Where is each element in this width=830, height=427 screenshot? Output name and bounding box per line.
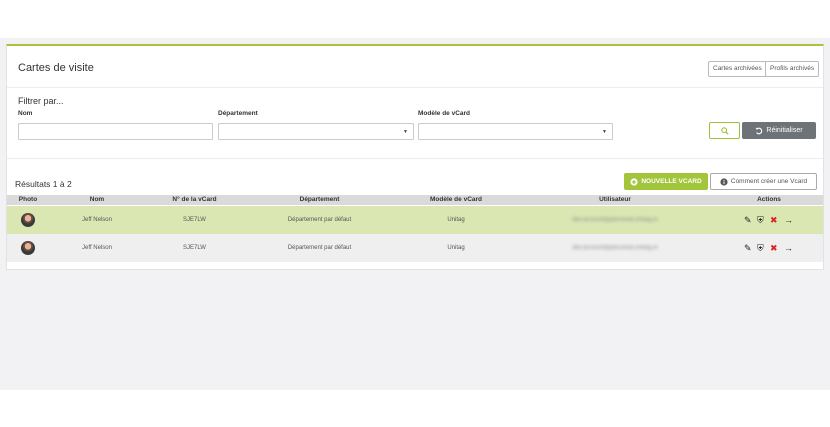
avatar [21,241,35,255]
table-row[interactable]: Jeff Nelson SJE7LW Département par défau… [7,234,823,262]
plus-circle-icon [630,177,638,186]
help-label: Comment créer une Vcard [730,178,808,185]
undo-icon [755,127,763,134]
col-actions: Actions [757,196,781,203]
cell-nom: Jeff Nelson [82,245,112,251]
vcards-panel: Cartes de visite Cartes archivées Profil… [6,44,824,270]
cell-numero: SJE7LW [183,217,206,223]
arrow-right-icon[interactable]: → [784,215,793,225]
search-button[interactable] [709,122,740,139]
edit-icon[interactable]: ✎ [744,243,752,253]
cell-modele: Unitag [447,217,465,223]
divider [7,158,823,159]
table-header: Photo Nom N° de la vCard Département Mod… [7,195,823,205]
user-remove-icon[interactable]: ✖ [770,243,778,253]
filter-title: Filtrer par... [18,96,64,106]
search-icon [720,126,729,135]
results-summary: Résultats 1 à 2 [15,179,72,189]
filter-label-departement: Département [218,110,258,117]
col-utilisateur: Utilisateur [599,196,631,203]
page-title: Cartes de visite [18,62,94,74]
col-photo: Photo [18,196,38,203]
col-numero: N° de la vCard [172,196,217,203]
cell-departement: Département par défaut [287,245,352,251]
col-nom: Nom [89,196,105,203]
cell-utilisateur: dev.account@personal.unitag.io [572,217,658,223]
avatar [21,213,35,227]
departement-select[interactable]: ▼ [218,123,414,140]
reset-button-label: Réinitialiser [766,127,803,134]
shield-icon[interactable]: ⛨ [757,243,764,253]
nom-input[interactable] [18,123,213,140]
new-vcard-button[interactable]: NOUVELLE VCARD [624,173,708,190]
user-remove-icon[interactable]: ✖ [770,215,778,225]
reset-button[interactable]: Réinitialiser [742,122,816,139]
cell-utilisateur: dev.account@personal.unitag.io [572,245,658,251]
cell-numero: SJE7LW [183,245,206,251]
cell-nom: Jeff Nelson [82,217,112,223]
arrow-right-icon[interactable]: → [784,243,793,253]
divider [7,87,823,88]
filter-label-nom: Nom [18,110,33,117]
how-to-create-vcard-button[interactable]: Comment créer une Vcard [710,173,817,190]
cell-modele: Unitag [447,245,465,251]
col-modele: Modèle de vCard [429,196,482,203]
caret-down-icon: ▼ [403,129,408,135]
info-icon [720,177,728,186]
edit-icon[interactable]: ✎ [744,215,752,225]
col-departement: Département [299,196,340,203]
filter-label-modele: Modèle de vCard [418,110,471,117]
new-vcard-label: NOUVELLE VCARD [641,178,702,185]
modele-select[interactable]: ▼ [418,123,613,140]
archived-profiles-button[interactable]: Profils archivés [765,61,820,77]
shield-icon[interactable]: ⛨ [757,215,764,225]
cell-departement: Département par défaut [287,217,352,223]
caret-down-icon: ▼ [602,129,607,135]
archived-cards-button[interactable]: Cartes archivées [708,61,767,77]
table-row[interactable]: Jeff Nelson SJE7LW Département par défau… [7,206,823,234]
